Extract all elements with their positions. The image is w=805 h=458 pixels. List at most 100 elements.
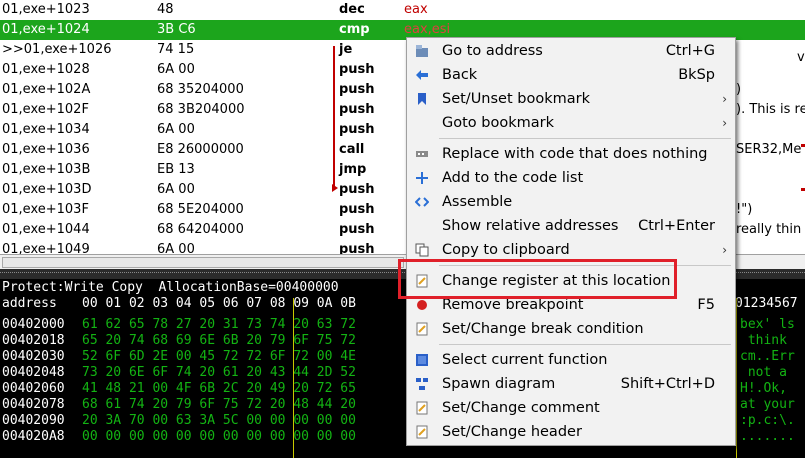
row-bytes: 6A 00 <box>157 62 195 77</box>
jump-arrow-icon <box>332 184 338 192</box>
row-opcode: push <box>339 82 375 97</box>
hex-row-ascii[interactable]: :p.c:\. <box>740 413 795 429</box>
hex-row[interactable]: 00402060 <box>2 381 65 397</box>
hex-row-ascii[interactable]: ....... <box>740 429 795 445</box>
hex-row-bytes[interactable]: 61 62 65 78 27 20 31 73 74 20 63 72 <box>82 317 356 333</box>
row-bytes: 68 35204000 <box>157 82 244 97</box>
comment-icon <box>416 401 428 415</box>
hex-row[interactable]: 00402048 <box>2 365 65 381</box>
row-bytes: 6A 00 <box>157 242 195 254</box>
row-bytes: 6A 00 <box>157 182 195 197</box>
bookmark-icon <box>418 93 426 105</box>
row-bytes: E8 26000000 <box>157 142 244 157</box>
hex-header-bytes: 00 01 02 03 04 05 06 07 08 09 0A 0B <box>82 296 356 311</box>
menu-item-spawn-diagram[interactable]: Spawn diagram Shift+Ctrl+D <box>407 372 735 396</box>
menu-item-set-unset-bookmark[interactable]: Set/Unset bookmark › <box>407 87 735 111</box>
hex-row-bytes[interactable]: 73 20 6E 6F 74 20 61 20 43 44 2D 52 <box>82 365 356 381</box>
row-address: 01,exe+103F <box>2 202 89 217</box>
breakpoint-marker <box>801 144 805 147</box>
disasm-row[interactable]: 01,exe+1023 48 dec eax <box>0 0 805 20</box>
menu-separator <box>439 344 731 345</box>
breakpoint-icon <box>417 300 427 310</box>
hex-row-bytes[interactable]: 52 6F 6D 2E 00 45 72 72 6F 72 00 4E <box>82 349 356 365</box>
menu-separator <box>439 138 731 139</box>
row-opcode: call <box>339 142 365 157</box>
row-address: 01,exe+1044 <box>2 222 90 237</box>
row-opcode: cmp <box>339 22 370 37</box>
hex-header-ascii: 01234567 <box>735 296 798 311</box>
row-opcode: je <box>339 42 353 57</box>
back-arrow-icon <box>416 70 428 80</box>
row-address: 01,exe+1024 <box>2 22 90 37</box>
row-opcode: push <box>339 182 375 197</box>
menu-item-set-change-break-condition[interactable]: Set/Change break condition <box>407 317 735 341</box>
hex-row-ascii[interactable]: cm..Err <box>740 349 795 365</box>
row-address: 01,exe+1036 <box>2 142 90 157</box>
replace-nop-icon <box>416 151 428 157</box>
hex-info-line: Protect:Write Copy AllocationBase=004000… <box>2 280 339 295</box>
row-address: >>01,exe+1026 <box>2 42 112 57</box>
submenu-arrow-icon: › <box>722 92 727 106</box>
row-opcode: push <box>339 122 375 137</box>
submenu-arrow-icon: › <box>722 243 727 257</box>
hex-row[interactable]: 004020A8 <box>2 429 65 445</box>
comment-fragment: really thin <box>736 222 802 237</box>
hex-column-divider <box>293 298 294 458</box>
hex-row-bytes[interactable]: 00 00 00 00 00 00 00 00 00 00 00 00 <box>82 429 356 445</box>
menu-item-add-to-code-list[interactable]: Add to the code list <box>407 166 735 190</box>
context-menu[interactable]: Go to address Ctrl+G Back BkSp Set/Unset… <box>406 37 736 446</box>
comment-fragment: ). This is re <box>736 102 805 117</box>
row-bytes: 6A 00 <box>157 122 195 137</box>
hex-row-ascii[interactable]: bex' ls <box>740 317 795 333</box>
hex-row-bytes[interactable]: 41 48 21 00 4F 6B 2C 20 49 20 72 65 <box>82 381 356 397</box>
row-opcode: push <box>339 102 375 117</box>
assemble-icon <box>415 197 429 207</box>
hex-row-bytes[interactable]: 65 20 74 68 69 6E 6B 20 79 6F 75 72 <box>82 333 356 349</box>
hex-row-ascii[interactable]: H!.Ok, <box>740 381 787 397</box>
row-opcode: jmp <box>339 162 367 177</box>
row-bytes: 68 64204000 <box>157 222 244 237</box>
menu-item-select-current-function[interactable]: Select current function <box>407 348 735 372</box>
menu-item-goto-bookmark[interactable]: Goto bookmark › <box>407 111 735 135</box>
row-opcode: dec <box>339 2 365 17</box>
break-condition-icon <box>416 322 428 336</box>
menu-item-set-change-header[interactable]: Set/Change header <box>407 420 735 444</box>
hex-row-ascii[interactable]: not a <box>740 365 787 381</box>
row-address: 01,exe+103B <box>2 162 91 177</box>
menu-item-set-change-comment[interactable]: Set/Change comment <box>407 396 735 420</box>
row-address: 01,exe+103D <box>2 182 92 197</box>
hex-row-bytes[interactable]: 68 61 74 20 79 6F 75 72 20 48 44 20 <box>82 397 356 413</box>
submenu-arrow-icon: › <box>722 116 727 130</box>
hex-header: address <box>2 296 57 311</box>
comment-fragment: v <box>797 50 805 65</box>
row-address: 01,exe+102F <box>2 102 89 117</box>
hex-row-bytes[interactable]: 20 3A 70 00 63 3A 5C 00 00 00 00 00 <box>82 413 356 429</box>
row-opcode: push <box>339 62 375 77</box>
hex-row[interactable]: 00402018 <box>2 333 65 349</box>
menu-item-show-relative-addresses[interactable]: Show relative addresses Ctrl+Enter <box>407 214 735 238</box>
select-function-icon <box>416 354 428 366</box>
comment-fragment: !") <box>736 202 753 217</box>
menu-item-go-to-address[interactable]: Go to address Ctrl+G <box>407 39 735 63</box>
header-icon <box>416 425 428 439</box>
row-address: 01,exe+102A <box>2 82 91 97</box>
hex-row[interactable]: 00402000 <box>2 317 65 333</box>
row-opcode: push <box>339 242 375 254</box>
comment-fragment: SER32,Me <box>736 142 802 157</box>
row-address: 01,exe+1034 <box>2 122 90 137</box>
hex-row-ascii[interactable]: think <box>740 333 787 349</box>
diagram-icon <box>416 378 428 390</box>
menu-item-replace-with-nop[interactable]: Replace with code that does nothing <box>407 142 735 166</box>
hex-row[interactable]: 00402030 <box>2 349 65 365</box>
menu-item-assemble[interactable]: Assemble <box>407 190 735 214</box>
hex-row-ascii[interactable]: at your <box>740 397 795 413</box>
row-bytes: 68 3B204000 <box>157 102 245 117</box>
hex-row[interactable]: 00402090 <box>2 413 65 429</box>
scrollbar-thumb[interactable] <box>2 257 404 268</box>
hex-row[interactable]: 00402078 <box>2 397 65 413</box>
row-bytes: 74 15 <box>157 42 195 57</box>
row-opcode: push <box>339 222 375 237</box>
menu-item-back[interactable]: Back BkSp <box>407 63 735 87</box>
highlight-annotation-box <box>398 259 677 299</box>
row-operands: eax <box>404 2 428 17</box>
